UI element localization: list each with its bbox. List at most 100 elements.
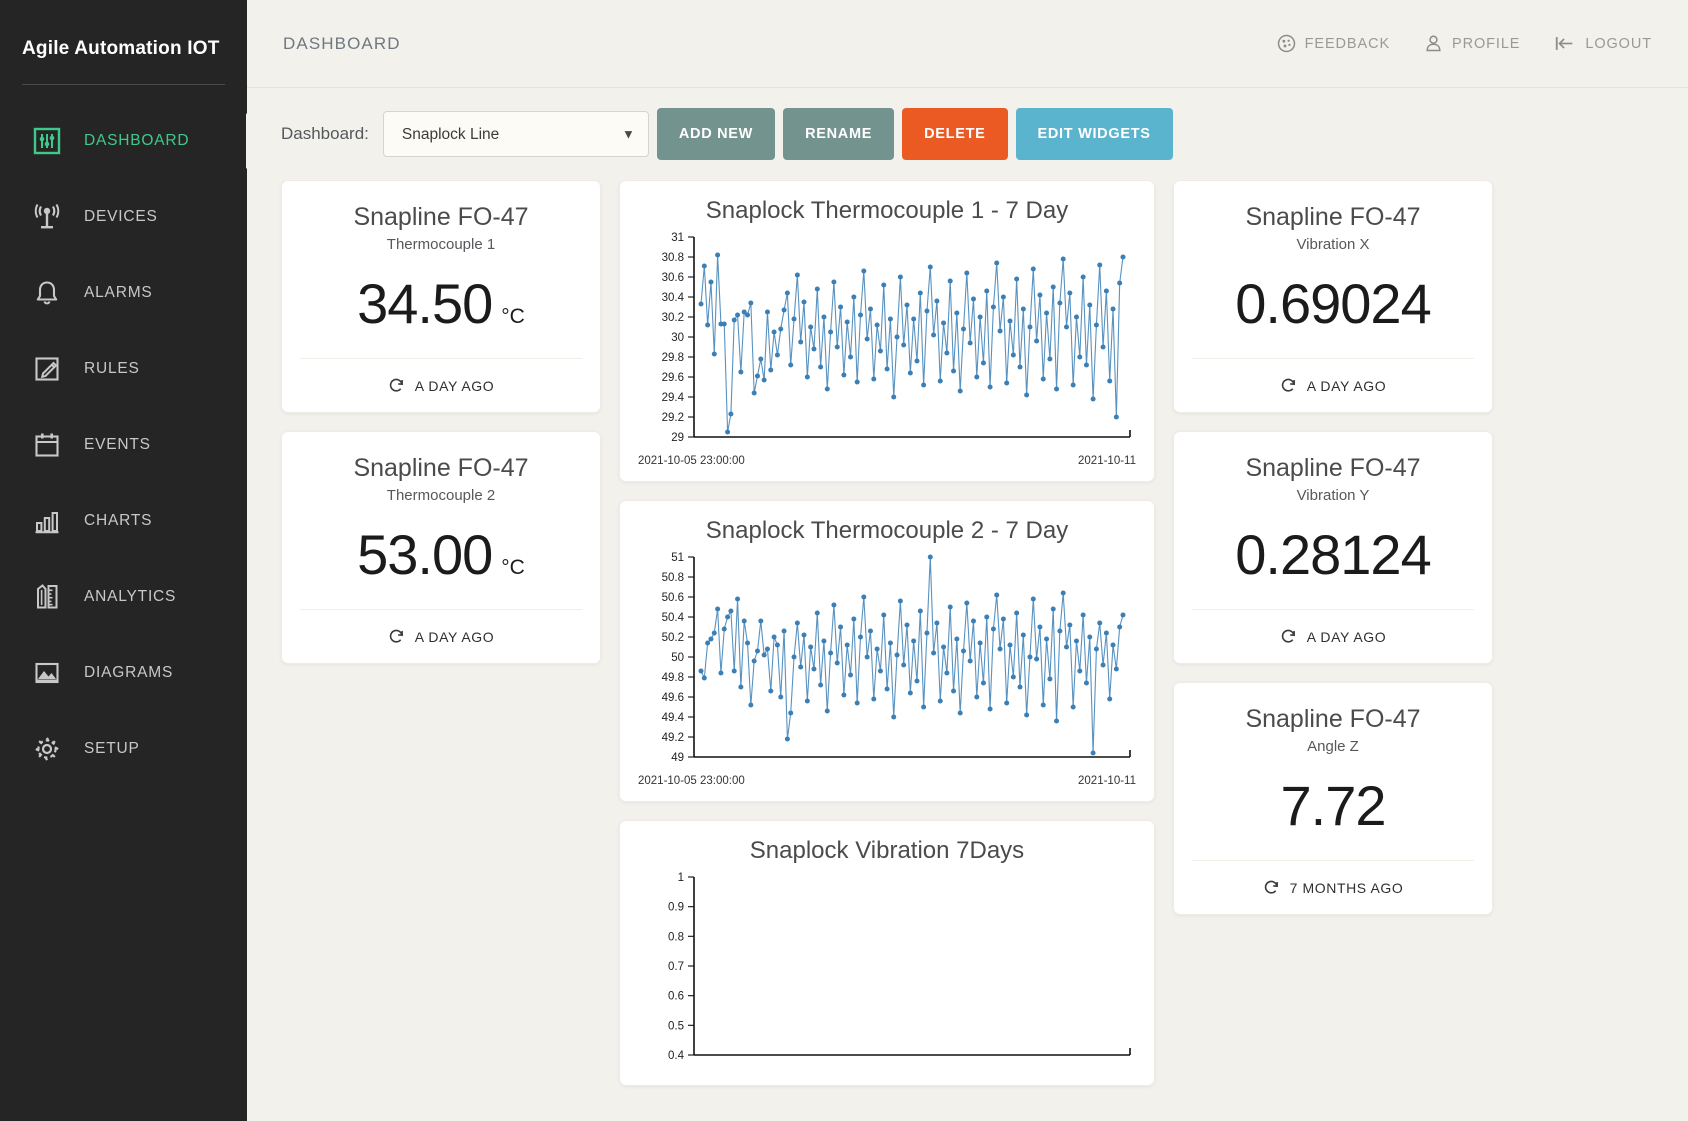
column-right: Snapline FO-47 Vibration X 0.69024 A DAY… bbox=[1173, 180, 1493, 1121]
widget-timestamp: A DAY AGO bbox=[1307, 629, 1387, 645]
dashboard-grid: Snapline FO-47 Thermocouple 1 34.50 °C A… bbox=[247, 180, 1688, 1121]
chart-xaxis-labels: 2021-10-05 23:00:00 2021-10-11 bbox=[632, 773, 1142, 787]
widget-value: 0.28124 bbox=[1235, 522, 1430, 587]
chart-plot-thermocouple2: 4949.249.449.649.85050.250.450.650.851 bbox=[632, 551, 1142, 773]
x-end-label: 2021-10-11 bbox=[1078, 775, 1136, 787]
widget-footer: A DAY AGO bbox=[1192, 358, 1474, 412]
logout-button[interactable]: LOGOUT bbox=[1554, 34, 1652, 53]
chart-canvas: 2929.229.429.629.83030.230.430.630.831 bbox=[632, 231, 1144, 453]
sidebar-divider bbox=[22, 84, 225, 85]
widget-value-row: 53.00 °C bbox=[300, 522, 582, 587]
widget-subtitle: Thermocouple 1 bbox=[300, 236, 582, 253]
svg-text:50.2: 50.2 bbox=[662, 632, 684, 644]
refresh-icon[interactable] bbox=[1280, 628, 1297, 645]
bell-icon bbox=[30, 276, 64, 310]
brand-title: Agile Automation IOT bbox=[0, 26, 247, 72]
svg-text:29.6: 29.6 bbox=[662, 372, 684, 384]
dashboard-toolbar: Dashboard: Snaplock Line ▼ ADD NEW RENAM… bbox=[247, 88, 1688, 180]
chart-canvas: 0.40.50.60.70.80.91 bbox=[632, 871, 1144, 1071]
svg-text:0.7: 0.7 bbox=[668, 961, 684, 973]
logout-label: LOGOUT bbox=[1585, 36, 1652, 52]
chart-title: Snaplock Thermocouple 1 - 7 Day bbox=[632, 197, 1142, 225]
refresh-icon[interactable] bbox=[388, 628, 405, 645]
chart-title: Snaplock Thermocouple 2 - 7 Day bbox=[632, 517, 1142, 545]
sidebar-item-label: EVENTS bbox=[84, 436, 151, 454]
svg-text:50.4: 50.4 bbox=[662, 612, 685, 624]
palette-icon bbox=[1277, 34, 1296, 53]
dashboard-select[interactable]: Snaplock Line bbox=[383, 111, 649, 157]
antenna-icon bbox=[30, 200, 64, 234]
chart-plot-vibration: 0.40.50.60.70.80.91 bbox=[632, 871, 1142, 1071]
svg-text:30.6: 30.6 bbox=[662, 272, 684, 284]
sidebar-item-dashboard[interactable]: DASHBOARD bbox=[0, 103, 247, 179]
edit-widgets-button[interactable]: EDIT WIDGETS bbox=[1016, 108, 1173, 160]
widget-chart-thermocouple2: Snaplock Thermocouple 2 - 7 Day 4949.249… bbox=[619, 500, 1155, 802]
dashboard-select-label: Dashboard: bbox=[281, 124, 369, 144]
refresh-icon[interactable] bbox=[1263, 879, 1280, 896]
sidebar-item-alarms[interactable]: ALARMS bbox=[0, 255, 247, 331]
active-pointer bbox=[246, 113, 268, 169]
sidebar-item-label: SETUP bbox=[84, 740, 140, 758]
sidebar-item-analytics[interactable]: ANALYTICS bbox=[0, 559, 247, 635]
ruler-pencil-icon bbox=[30, 580, 64, 614]
profile-button[interactable]: PROFILE bbox=[1424, 34, 1520, 53]
calendar-icon bbox=[30, 428, 64, 462]
sidebar-item-diagrams[interactable]: DIAGRAMS bbox=[0, 635, 247, 711]
widget-title: Snapline FO-47 bbox=[1192, 454, 1474, 483]
svg-text:30.8: 30.8 bbox=[662, 252, 684, 264]
rename-button[interactable]: RENAME bbox=[783, 108, 894, 160]
widget-value-row: 0.69024 bbox=[1192, 271, 1474, 336]
widget-subtitle: Thermocouple 2 bbox=[300, 487, 582, 504]
sidebar-item-label: DASHBOARD bbox=[84, 132, 189, 150]
sidebar-item-label: ANALYTICS bbox=[84, 588, 176, 606]
svg-text:49.8: 49.8 bbox=[662, 672, 684, 684]
widget-chart-thermocouple1: Snaplock Thermocouple 1 - 7 Day 2929.229… bbox=[619, 180, 1155, 482]
bar-chart-icon bbox=[30, 504, 64, 538]
logout-arrow-icon bbox=[1554, 34, 1576, 53]
sidebar-item-devices[interactable]: DEVICES bbox=[0, 179, 247, 255]
refresh-icon[interactable] bbox=[388, 377, 405, 394]
svg-text:30.2: 30.2 bbox=[662, 312, 684, 324]
widget-timestamp: A DAY AGO bbox=[1307, 378, 1387, 394]
widget-title: Snapline FO-47 bbox=[300, 454, 582, 483]
sidebar-nav: DASHBOARD DEVICES ALARMS RULES bbox=[0, 103, 247, 787]
feedback-button[interactable]: FEEDBACK bbox=[1277, 34, 1390, 53]
delete-button[interactable]: DELETE bbox=[902, 108, 1007, 160]
widget-vibration-x: Snapline FO-47 Vibration X 0.69024 A DAY… bbox=[1173, 180, 1493, 413]
svg-text:49.4: 49.4 bbox=[662, 712, 685, 724]
main-area: DASHBOARD FEEDBACK PROFILE bbox=[247, 0, 1688, 1121]
x-end-label: 2021-10-11 bbox=[1078, 455, 1136, 467]
sidebar-item-label: RULES bbox=[84, 360, 140, 378]
svg-text:50.6: 50.6 bbox=[662, 592, 684, 604]
sidebar-item-rules[interactable]: RULES bbox=[0, 331, 247, 407]
widget-title: Snapline FO-47 bbox=[300, 203, 582, 232]
svg-text:0.6: 0.6 bbox=[668, 991, 684, 1003]
svg-text:30: 30 bbox=[671, 332, 684, 344]
chart-canvas: 4949.249.449.649.85050.250.450.650.851 bbox=[632, 551, 1144, 773]
sidebar-item-charts[interactable]: CHARTS bbox=[0, 483, 247, 559]
add-new-button[interactable]: ADD NEW bbox=[657, 108, 775, 160]
sidebar-item-setup[interactable]: SETUP bbox=[0, 711, 247, 787]
sidebar: Agile Automation IOT DASHBOARD DEVICES bbox=[0, 0, 247, 1121]
widget-value: 53.00 bbox=[357, 522, 492, 587]
widget-footer: A DAY AGO bbox=[300, 609, 582, 663]
widget-value-row: 7.72 bbox=[1192, 773, 1474, 838]
sidebar-item-label: ALARMS bbox=[84, 284, 153, 302]
widget-subtitle: Vibration Y bbox=[1192, 487, 1474, 504]
sidebar-item-events[interactable]: EVENTS bbox=[0, 407, 247, 483]
svg-text:29.2: 29.2 bbox=[662, 412, 684, 424]
refresh-icon[interactable] bbox=[1280, 377, 1297, 394]
top-header: DASHBOARD FEEDBACK PROFILE bbox=[247, 0, 1688, 88]
widget-angle-z: Snapline FO-47 Angle Z 7.72 7 MONTHS AGO bbox=[1173, 682, 1493, 915]
widget-timestamp: 7 MONTHS AGO bbox=[1290, 880, 1404, 896]
header-actions: FEEDBACK PROFILE LOGOUT bbox=[1277, 34, 1652, 53]
widget-title: Snapline FO-47 bbox=[1192, 203, 1474, 232]
widget-footer: A DAY AGO bbox=[1192, 609, 1474, 663]
widget-chart-vibration: Snaplock Vibration 7Days 0.40.50.60.70.8… bbox=[619, 820, 1155, 1086]
widget-footer: 7 MONTHS AGO bbox=[1192, 860, 1474, 914]
widget-value-row: 0.28124 bbox=[1192, 522, 1474, 587]
widget-timestamp: A DAY AGO bbox=[415, 629, 495, 645]
feedback-label: FEEDBACK bbox=[1305, 36, 1390, 52]
svg-text:29.4: 29.4 bbox=[662, 392, 685, 404]
widget-vibration-y: Snapline FO-47 Vibration Y 0.28124 A DAY… bbox=[1173, 431, 1493, 664]
